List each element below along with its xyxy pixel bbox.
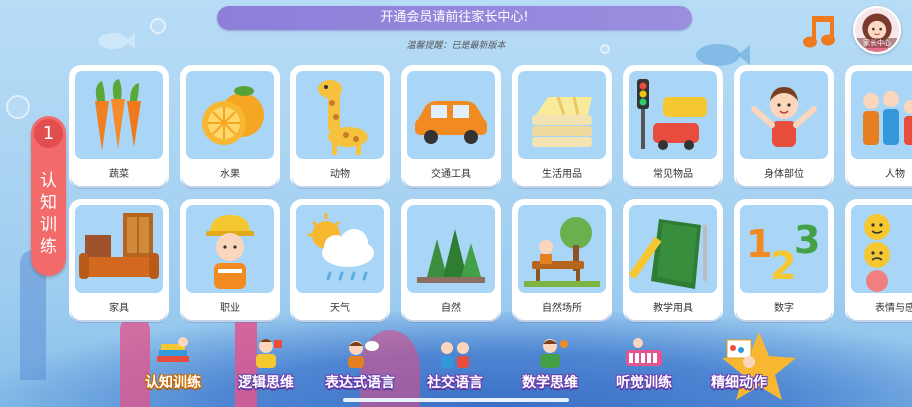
paint-icon (726, 339, 755, 368)
music-toggle-button[interactable] (800, 12, 840, 52)
card-emotions[interactable]: 表情与感 (847, 201, 912, 320)
card-natural-places[interactable]: 自然场所 (514, 201, 610, 320)
card-daily-items[interactable]: 生活用品 (514, 67, 610, 186)
card-label: 职业 (220, 303, 240, 314)
park-icon (518, 205, 606, 293)
nav-math-thinking[interactable]: 数学思维 (508, 336, 592, 398)
card-people[interactable]: 人物 (847, 67, 912, 186)
traffic-light-icon (629, 71, 717, 159)
side-tab-char: 练 (40, 237, 57, 257)
card-nature[interactable]: 自然 (403, 201, 499, 320)
card-fruits[interactable]: 水果 (182, 67, 278, 186)
membership-banner[interactable]: 开通会员请前往家长中心! (217, 6, 692, 30)
card-label: 蔬菜 (109, 169, 129, 180)
trees-icon (407, 205, 495, 293)
weather-icon (296, 205, 384, 293)
card-label: 家具 (109, 303, 129, 314)
piano-icon (626, 338, 662, 366)
side-tab-char: 认 (40, 171, 57, 191)
worker-icon (186, 205, 274, 293)
nav-cognitive-training[interactable]: 认知训练 (131, 336, 215, 398)
nav-fine-motor[interactable]: 精细动作 (697, 336, 781, 398)
music-note-icon (803, 16, 835, 48)
books-icon (157, 337, 189, 362)
nav-expressive-language[interactable]: 表达式语言 (318, 336, 402, 398)
card-weather[interactable]: 天气 (292, 201, 388, 320)
parent-center-label: 家长中心 (855, 38, 899, 48)
card-label: 自然场所 (542, 303, 582, 314)
side-tab-title: 认知训练 (31, 170, 66, 258)
math-icon (540, 339, 568, 368)
side-tab-char: 训 (40, 215, 57, 235)
card-furniture[interactable]: 家具 (71, 201, 167, 320)
card-vehicles[interactable]: 交通工具 (403, 67, 499, 186)
nav-logic-thinking[interactable]: 逻辑思维 (224, 336, 308, 398)
card-label: 身体部位 (764, 169, 804, 180)
blanket-icon (518, 71, 606, 159)
nav-label: 逻辑思维 (238, 375, 294, 391)
card-label: 动物 (330, 169, 350, 180)
nav-label: 精细动作 (711, 375, 767, 391)
card-label: 自然 (441, 303, 461, 314)
card-label: 人物 (885, 169, 905, 180)
emotion-icon (851, 205, 912, 293)
card-common-items[interactable]: 常见物品 (625, 67, 721, 186)
card-body-parts[interactable]: 身体部位 (736, 67, 832, 186)
card-label: 常见物品 (653, 169, 693, 180)
nav-auditory-training[interactable]: 听觉训练 (602, 336, 686, 398)
giraffe-icon (296, 71, 384, 159)
side-tab-char: 知 (40, 193, 57, 213)
nav-label: 表达式语言 (325, 375, 395, 391)
card-animals[interactable]: 动物 (292, 67, 388, 186)
book-pencil-icon (629, 205, 717, 293)
friends-icon (441, 342, 469, 368)
numbers-icon: 1 2 3 (740, 205, 828, 293)
child-icon (740, 71, 828, 159)
nav-label: 数学思维 (522, 375, 578, 391)
nav-label: 听觉训练 (616, 375, 672, 391)
card-label: 教学用具 (653, 303, 693, 314)
card-vegetables[interactable]: 蔬菜 (71, 67, 167, 186)
orange-icon (186, 71, 274, 159)
speech-icon (348, 341, 379, 368)
card-label: 生活用品 (542, 169, 582, 180)
card-label: 天气 (330, 303, 350, 314)
nav-label: 认知训练 (145, 375, 201, 391)
side-tab-number: 1 (34, 119, 63, 148)
nav-social-language[interactable]: 社交语言 (413, 336, 497, 398)
sofa-icon (75, 205, 163, 293)
card-numbers[interactable]: 1 2 3 数字 (736, 201, 832, 320)
parent-center-button[interactable]: 家长中心 (853, 6, 901, 54)
carrot-icon (75, 71, 163, 159)
bubble-decoration (150, 18, 166, 34)
category-side-tab[interactable]: 1 认知训练 (31, 116, 66, 276)
card-label: 表情与感 (875, 303, 912, 314)
home-indicator[interactable] (343, 398, 569, 402)
card-label: 数字 (774, 303, 794, 314)
svg-text:3: 3 (794, 218, 820, 262)
version-notice: 温馨提醒：已是最新版本 (406, 41, 506, 51)
car-icon (407, 71, 495, 159)
card-label: 交通工具 (431, 169, 471, 180)
family-icon (851, 71, 912, 159)
card-teaching-tools[interactable]: 教学用具 (625, 201, 721, 320)
card-label: 水果 (220, 169, 240, 180)
svg-text:1: 1 (746, 222, 772, 266)
card-occupations[interactable]: 职业 (182, 201, 278, 320)
nav-label: 社交语言 (427, 375, 483, 391)
svg-text:2: 2 (770, 244, 796, 288)
puzzle-icon (256, 339, 282, 368)
bubble-decoration (6, 95, 30, 119)
